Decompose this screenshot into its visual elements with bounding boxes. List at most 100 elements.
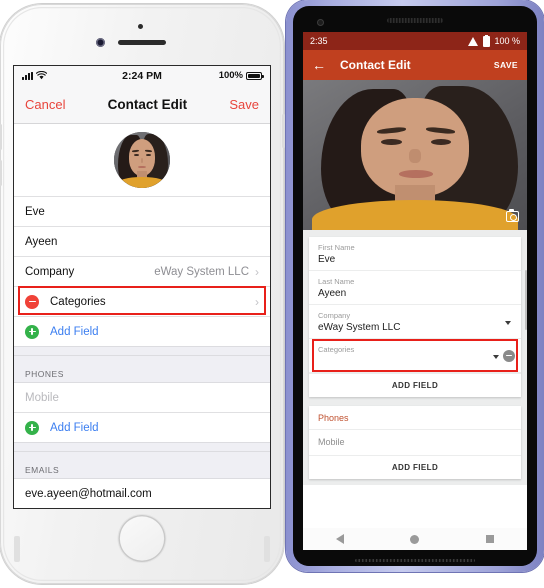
- android-phones-card: Phones Mobile ADD FIELD: [309, 406, 521, 479]
- cancel-button[interactable]: Cancel: [25, 97, 65, 112]
- avatar[interactable]: [114, 132, 170, 188]
- android-status-right: 100 %: [468, 34, 520, 47]
- ios-navigation-bar: Cancel Contact Edit Save: [14, 85, 270, 124]
- android-status-bar: 2:35 100 %: [303, 32, 527, 50]
- android-screen: 2:35 100 % ← Contact Edit SAVE First Nam…: [303, 32, 527, 528]
- ios-section-gap: [14, 442, 270, 451]
- android-section-title-phones: Phones: [309, 406, 521, 430]
- iphone-volume-down-button[interactable]: [0, 160, 2, 186]
- page-title: Contact Edit: [107, 96, 188, 112]
- ios-status-right: 100%: [218, 70, 264, 81]
- save-button[interactable]: SAVE: [494, 60, 518, 70]
- ios-field-last-name-value: Ayeen: [25, 235, 58, 248]
- chevron-right-icon: ›: [255, 264, 259, 279]
- iphone-screen: 2:24 PM 100% Cancel Contact Edit Save Ev…: [14, 66, 270, 508]
- remove-field-icon[interactable]: [25, 294, 39, 309]
- ios-add-field-main-label: Add Field: [50, 325, 99, 338]
- ios-avatar-container: [14, 124, 270, 196]
- ios-add-field-phones-label: Add Field: [50, 421, 99, 434]
- battery-icon: [483, 34, 491, 47]
- android-device-inner: 2:35 100 % ← Contact Edit SAVE First Nam…: [293, 6, 537, 566]
- remove-field-icon[interactable]: [503, 349, 515, 362]
- android-field-categories-label: Categories: [318, 345, 355, 354]
- android-scrollbar[interactable]: [524, 270, 527, 330]
- ios-phone-mobile-placeholder: Mobile: [25, 391, 59, 404]
- ios-emails-list: eve.ayeen@hotmail.com: [14, 479, 270, 508]
- iphone-volume-up-button[interactable]: [0, 124, 2, 150]
- add-field-icon[interactable]: [25, 420, 39, 435]
- android-main-card: First Name Eve Last Name Ayeen Company e…: [309, 237, 521, 397]
- android-field-company[interactable]: Company eWay System LLC: [309, 305, 521, 339]
- android-field-first-name[interactable]: First Name Eve: [309, 237, 521, 271]
- ios-main-fields: Eve Ayeen Company eWay System LLC › Cate…: [14, 196, 270, 346]
- iphone-sensor: [138, 24, 143, 29]
- nav-recents-icon[interactable]: [485, 535, 494, 543]
- android-field-last-name-value: Ayeen: [318, 288, 347, 299]
- iphone-home-button[interactable]: [118, 515, 166, 562]
- android-navigation-bar: [303, 528, 527, 550]
- ios-field-company-value: eWay System LLC: [154, 265, 249, 278]
- android-phone-mobile-row[interactable]: Mobile: [309, 430, 521, 456]
- ios-field-first-name-value: Eve: [25, 205, 45, 218]
- ios-add-field-phones[interactable]: Add Field: [14, 412, 270, 442]
- ios-field-company[interactable]: Company eWay System LLC ›: [14, 256, 270, 286]
- ios-add-field-main[interactable]: Add Field: [14, 316, 270, 346]
- android-add-field-phones[interactable]: ADD FIELD: [309, 456, 521, 479]
- android-device-frame: 2:35 100 % ← Contact Edit SAVE First Nam…: [286, 0, 544, 572]
- ios-section-gap: [14, 346, 270, 355]
- ios-field-categories-label: Categories: [50, 295, 106, 308]
- android-field-last-name-label: Last Name: [318, 277, 355, 286]
- chevron-down-icon[interactable]: [493, 354, 499, 359]
- iphone-front-camera: [96, 38, 105, 47]
- iphone-device-frame: 2:24 PM 100% Cancel Contact Edit Save Ev…: [0, 4, 285, 584]
- ios-battery-percent: 100%: [218, 70, 243, 81]
- ios-section-header-emails: EMAILS: [14, 451, 270, 479]
- ios-email-value: eve.ayeen@hotmail.com: [25, 487, 152, 500]
- android-status-time: 2:35: [310, 36, 328, 46]
- android-field-first-name-value: Eve: [318, 254, 336, 265]
- android-earpiece-speaker: [387, 18, 443, 23]
- ios-categories-wrapper: Categories ›: [14, 286, 270, 316]
- ios-phone-mobile-row[interactable]: Mobile: [14, 383, 270, 412]
- comparison-stage: 2:24 PM 100% Cancel Contact Edit Save Ev…: [0, 0, 544, 588]
- android-contact-photo[interactable]: [303, 80, 527, 230]
- android-front-camera: [317, 19, 324, 26]
- android-bottom-speaker: [355, 559, 475, 562]
- ios-email-row[interactable]: eve.ayeen@hotmail.com: [14, 479, 270, 508]
- contact-photo: [303, 80, 527, 230]
- ios-form-body: Eve Ayeen Company eWay System LLC › Cate…: [14, 124, 270, 508]
- ios-status-bar: 2:24 PM 100%: [14, 66, 270, 85]
- ios-field-categories[interactable]: Categories ›: [14, 286, 270, 316]
- back-arrow-icon[interactable]: ←: [312, 58, 326, 72]
- camera-icon[interactable]: [506, 208, 519, 222]
- contact-photo: [114, 132, 170, 188]
- android-field-categories[interactable]: Categories: [309, 339, 521, 373]
- page-title: Contact Edit: [340, 58, 411, 72]
- wifi-icon: [468, 36, 479, 46]
- ios-field-last-name[interactable]: Ayeen: [14, 226, 270, 256]
- android-battery-percent: 100 %: [494, 36, 520, 46]
- android-field-first-name-label: First Name: [318, 243, 355, 252]
- save-button[interactable]: Save: [229, 97, 259, 112]
- nav-back-icon[interactable]: [336, 534, 345, 544]
- android-add-field-main[interactable]: ADD FIELD: [309, 373, 521, 397]
- ios-phones-list: Mobile Add Field: [14, 383, 270, 442]
- ios-section-header-phones: PHONES: [14, 355, 270, 383]
- android-field-categories-value: [318, 356, 512, 367]
- android-chin: [303, 550, 527, 566]
- android-field-last-name[interactable]: Last Name Ayeen: [309, 271, 521, 305]
- iphone-bottom-speaker-right: [264, 536, 270, 562]
- iphone-bottom-speaker-left: [14, 536, 20, 562]
- ios-field-company-label: Company: [25, 265, 75, 278]
- add-field-icon[interactable]: [25, 324, 39, 339]
- iphone-earpiece-speaker: [118, 40, 166, 45]
- android-field-company-label: Company: [318, 311, 351, 320]
- chevron-right-icon: ›: [255, 294, 259, 309]
- iphone-power-button[interactable]: [282, 114, 285, 148]
- android-form-content: First Name Eve Last Name Ayeen Company e…: [303, 230, 527, 485]
- nav-home-icon[interactable]: [410, 534, 420, 544]
- battery-icon: [246, 71, 264, 80]
- android-field-company-value: eWay System LLC: [318, 322, 401, 333]
- ios-field-first-name[interactable]: Eve: [14, 196, 270, 226]
- chevron-down-icon[interactable]: [505, 320, 511, 325]
